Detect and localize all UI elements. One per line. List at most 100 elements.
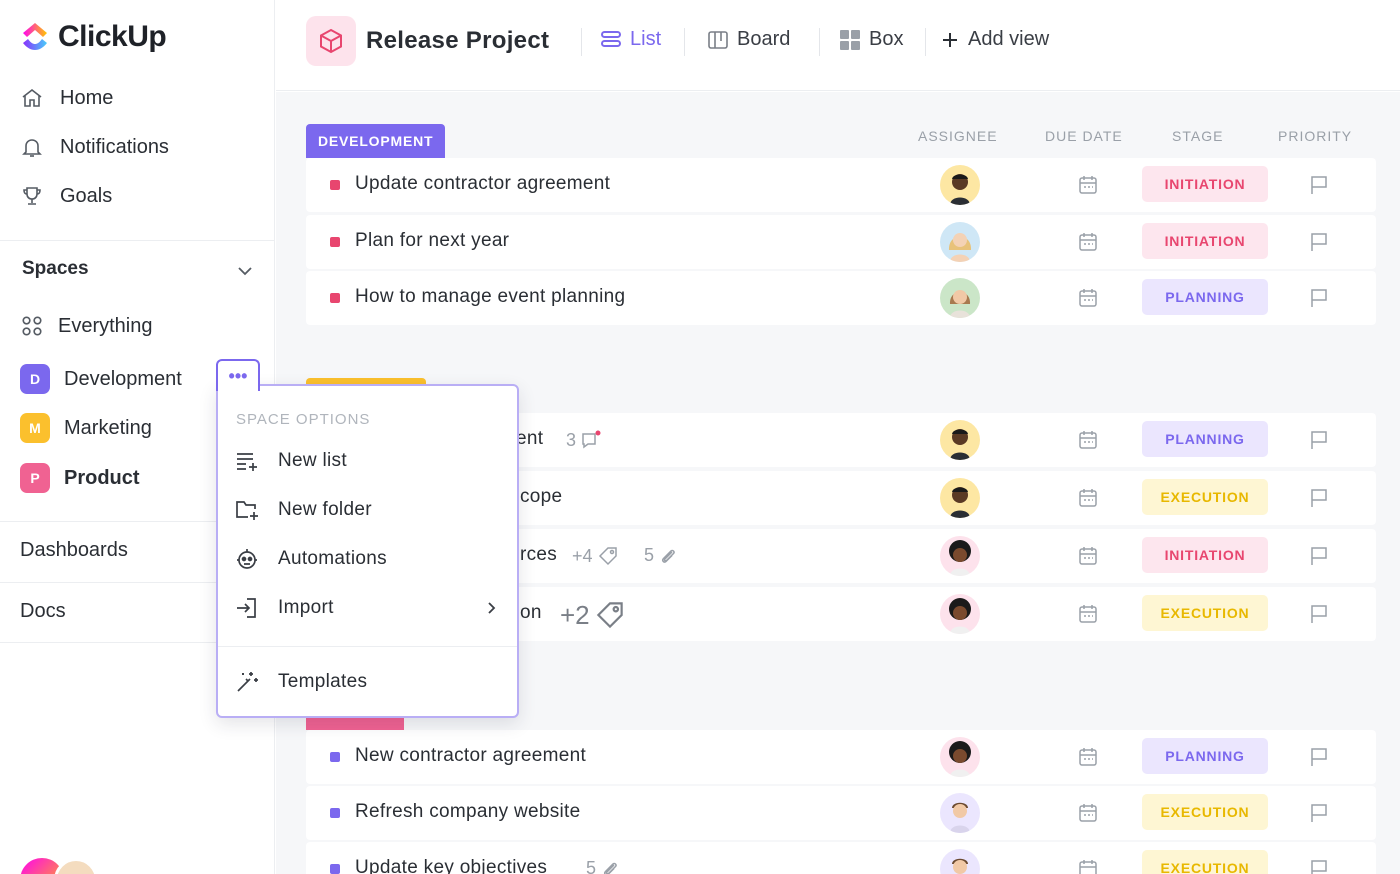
- status-badge[interactable]: INITIATION: [1142, 537, 1268, 573]
- flag-icon[interactable]: [1308, 746, 1330, 768]
- status-badge[interactable]: EXECUTION: [1142, 850, 1268, 874]
- table-row[interactable]: Plan for next year INITIATION: [306, 215, 1376, 269]
- calendar-icon[interactable]: [1077, 429, 1099, 451]
- flag-icon[interactable]: [1308, 429, 1330, 451]
- tag-count[interactable]: +4: [572, 545, 619, 567]
- status-dot[interactable]: [330, 864, 340, 874]
- plus-icon: [943, 32, 957, 47]
- task-name[interactable]: Refresh company website: [355, 801, 581, 823]
- task-name[interactable]: cope: [520, 486, 562, 508]
- status-badge[interactable]: EXECUTION: [1142, 479, 1268, 515]
- status-dot[interactable]: [330, 752, 340, 762]
- avatar[interactable]: [940, 594, 980, 634]
- avatar[interactable]: [940, 536, 980, 576]
- flag-icon[interactable]: [1308, 802, 1330, 824]
- avatar[interactable]: [940, 793, 980, 833]
- attachment-count[interactable]: 5: [644, 545, 678, 566]
- calendar-icon[interactable]: [1077, 487, 1099, 509]
- sidebar-item-home[interactable]: Home: [20, 86, 113, 110]
- tab-board[interactable]: Board: [707, 28, 790, 51]
- menu-item-import[interactable]: Import: [234, 595, 334, 621]
- status-badge[interactable]: INITIATION: [1142, 166, 1268, 202]
- group-label-development[interactable]: DEVELOPMENT: [306, 124, 446, 158]
- view-separator: [684, 28, 685, 56]
- add-view-button[interactable]: Add view: [940, 28, 1049, 51]
- status-badge[interactable]: PLANNING: [1142, 279, 1268, 315]
- task-name[interactable]: Update key objectives: [355, 857, 547, 874]
- sidebar-item-everything[interactable]: Everything: [20, 314, 153, 338]
- user-avatar[interactable]: [54, 858, 98, 874]
- status-dot[interactable]: [330, 180, 340, 190]
- table-row[interactable]: New contractor agreement PLANNING: [306, 730, 1376, 784]
- attachment-count-value: 5: [586, 858, 597, 874]
- flag-icon[interactable]: [1308, 487, 1330, 509]
- menu-item-templates[interactable]: Templates: [234, 669, 367, 695]
- flag-icon[interactable]: [1308, 858, 1330, 874]
- status-dot[interactable]: [330, 293, 340, 303]
- calendar-icon[interactable]: [1077, 231, 1099, 253]
- flag-icon[interactable]: [1308, 603, 1330, 625]
- flag-icon[interactable]: [1308, 287, 1330, 309]
- sidebar-item-goals[interactable]: Goals: [20, 184, 112, 208]
- avatar[interactable]: [940, 849, 980, 874]
- menu-item-automations[interactable]: Automations: [234, 546, 387, 572]
- column-header-assignee[interactable]: ASSIGNEE: [918, 128, 998, 144]
- calendar-icon[interactable]: [1077, 603, 1099, 625]
- column-header-priority[interactable]: PRIORITY: [1278, 128, 1352, 144]
- avatar[interactable]: [940, 420, 980, 460]
- status-badge[interactable]: EXECUTION: [1142, 595, 1268, 631]
- task-name[interactable]: Update contractor agreement: [355, 173, 610, 195]
- avatar[interactable]: [940, 222, 980, 262]
- task-name[interactable]: rces: [520, 544, 557, 566]
- task-name[interactable]: How to manage event planning: [355, 286, 625, 308]
- avatar[interactable]: [940, 737, 980, 777]
- calendar-icon[interactable]: [1077, 174, 1099, 196]
- table-row[interactable]: Refresh company website EXECUTION: [306, 786, 1376, 840]
- task-name[interactable]: ent: [516, 428, 543, 450]
- status-badge[interactable]: INITIATION: [1142, 223, 1268, 259]
- task-name[interactable]: on: [520, 602, 542, 624]
- status-dot[interactable]: [330, 808, 340, 818]
- calendar-icon[interactable]: [1077, 545, 1099, 567]
- calendar-icon[interactable]: [1077, 858, 1099, 874]
- menu-item-new-list[interactable]: New list: [234, 448, 347, 474]
- task-name[interactable]: New contractor agreement: [355, 745, 586, 767]
- calendar-icon[interactable]: [1077, 802, 1099, 824]
- tag-count[interactable]: +2: [560, 599, 626, 631]
- sidebar-item-notifications[interactable]: Notifications: [20, 135, 169, 159]
- column-header-due-date[interactable]: DUE DATE: [1045, 128, 1123, 144]
- sidebar-item-dashboards[interactable]: Dashboards: [20, 539, 128, 562]
- flag-icon[interactable]: [1308, 174, 1330, 196]
- menu-item-new-folder[interactable]: New folder: [234, 497, 372, 523]
- chevron-down-icon[interactable]: [236, 262, 254, 280]
- avatar[interactable]: [940, 278, 980, 318]
- table-row[interactable]: Update key objectives 5 EXECUTION: [306, 842, 1376, 874]
- status-badge[interactable]: PLANNING: [1142, 738, 1268, 774]
- space-item-marketing[interactable]: M Marketing: [20, 413, 152, 443]
- space-more-button[interactable]: •••: [216, 359, 260, 391]
- status-badge[interactable]: PLANNING: [1142, 421, 1268, 457]
- column-header-stage[interactable]: STAGE: [1172, 128, 1223, 144]
- attachment-count[interactable]: 5: [586, 858, 620, 874]
- comment-count[interactable]: 3: [566, 429, 602, 451]
- clickup-logo[interactable]: ClickUp: [20, 20, 167, 54]
- table-row[interactable]: Update contractor agreement INITIATION: [306, 158, 1376, 212]
- tab-box[interactable]: Box: [839, 28, 903, 51]
- table-row[interactable]: How to manage event planning PLANNING: [306, 271, 1376, 325]
- tab-list[interactable]: List: [600, 28, 661, 51]
- tag-count-value: +2: [560, 599, 590, 630]
- status-dot[interactable]: [330, 237, 340, 247]
- flag-icon[interactable]: [1308, 545, 1330, 567]
- avatar[interactable]: [940, 165, 980, 205]
- avatar[interactable]: [940, 478, 980, 518]
- flag-icon[interactable]: [1308, 231, 1330, 253]
- calendar-icon[interactable]: [1077, 746, 1099, 768]
- space-item-product[interactable]: P Product: [20, 463, 140, 493]
- status-badge[interactable]: EXECUTION: [1142, 794, 1268, 830]
- space-item-development[interactable]: D Development: [20, 364, 182, 394]
- comment-icon: [582, 430, 601, 449]
- sidebar-item-docs[interactable]: Docs: [20, 600, 66, 623]
- calendar-icon[interactable]: [1077, 287, 1099, 309]
- task-name[interactable]: Plan for next year: [355, 230, 509, 252]
- space-badge: M: [20, 413, 50, 443]
